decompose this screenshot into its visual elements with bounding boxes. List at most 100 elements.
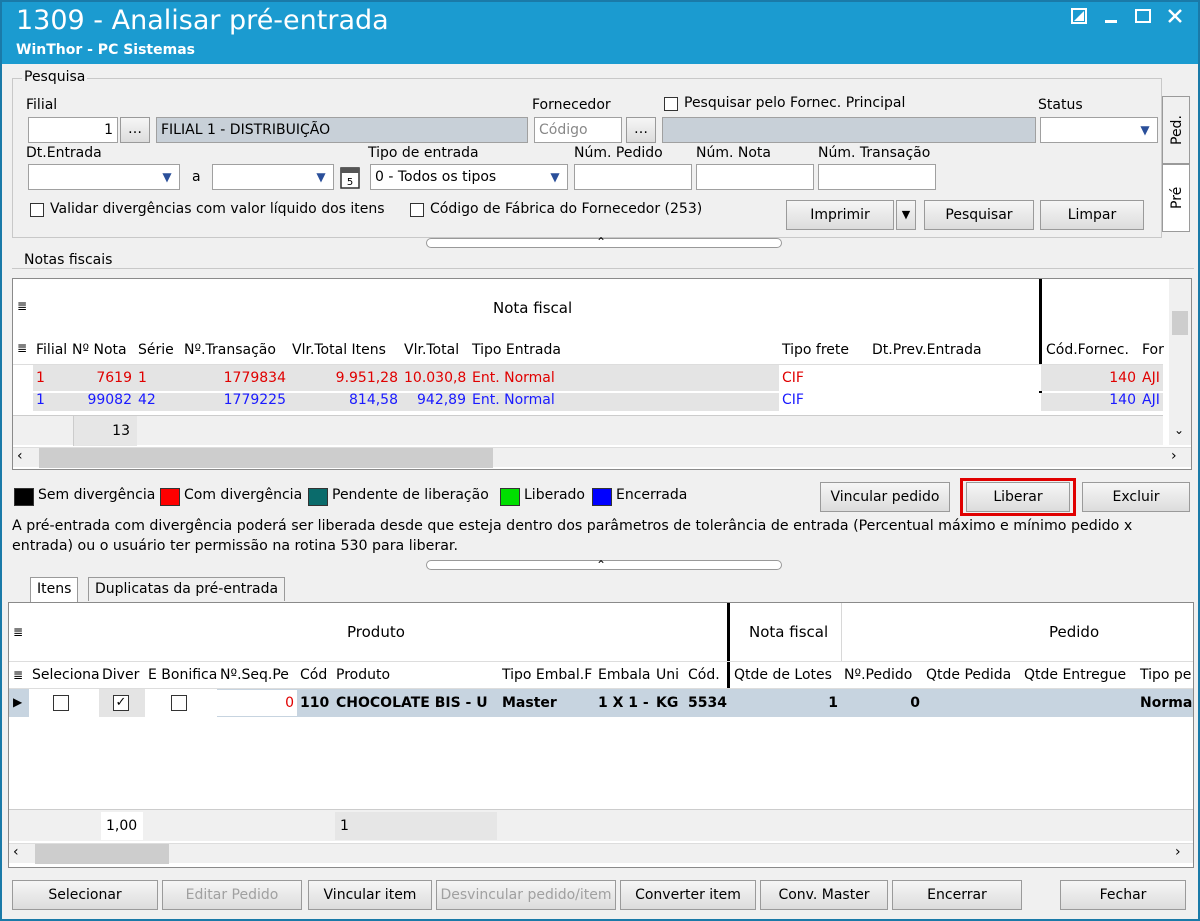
cell-cod: 110 xyxy=(300,695,330,711)
col-embala[interactable]: Embala xyxy=(595,662,653,688)
scroll-down-icon[interactable]: ⌄ xyxy=(1174,423,1184,437)
col-produto[interactable]: Produto xyxy=(333,662,499,688)
editar-pedido-button[interactable]: Editar Pedido xyxy=(162,880,302,910)
minimize-icon[interactable] xyxy=(1096,6,1126,32)
pesquisar-button[interactable]: Pesquisar xyxy=(924,200,1034,230)
legend-label: Encerrada xyxy=(616,487,688,503)
cell-filial: 1 xyxy=(36,393,45,408)
pesquisar-fornec-label: Pesquisar pelo Fornec. Principal xyxy=(684,95,906,111)
col-tipo-frete[interactable]: Tipo frete xyxy=(779,337,869,363)
col-vlr-total[interactable]: Vlr.Total xyxy=(401,337,469,363)
row-columns-icon[interactable]: ≣ xyxy=(17,341,27,355)
scroll-left-icon[interactable]: ‹ xyxy=(13,844,19,860)
col-diver[interactable]: Diver xyxy=(99,662,145,688)
col-qtde-entregue[interactable]: Qtde Entregue xyxy=(1021,662,1137,688)
excluir-button[interactable]: Excluir xyxy=(1082,482,1190,512)
title-bar[interactable]: 1309 - Analisar pré-entrada WinThor - PC… xyxy=(2,2,1198,64)
selecionar-button[interactable]: Selecionar xyxy=(12,880,158,910)
maximize-icon[interactable] xyxy=(1128,6,1158,32)
fornecedor-code-input[interactable]: Código xyxy=(534,117,622,143)
fechar-button[interactable]: Fechar xyxy=(1060,880,1186,910)
tab-pre[interactable]: Pré xyxy=(1162,164,1190,232)
cell-tipo-pe: Norma xyxy=(1140,695,1193,711)
col-dt-prev[interactable]: Dt.Prev.Entrada xyxy=(869,337,1041,363)
col-nota[interactable]: Nº Nota xyxy=(69,337,135,363)
col-cod-fornec[interactable]: Cód.Fornec. xyxy=(1043,337,1139,363)
table-row[interactable]: 1 7619 1 1779834 9.951,28 10.030,8 Ent. … xyxy=(33,365,1163,391)
col-pedido[interactable]: Nº.Pedido xyxy=(841,662,923,688)
encerrar-button[interactable]: Encerrar xyxy=(892,880,1022,910)
col-tipo-pe[interactable]: Tipo pe xyxy=(1137,662,1193,688)
vincular-pedido-button[interactable]: Vincular pedido xyxy=(820,482,950,512)
calendar-icon[interactable]: 5 xyxy=(338,164,362,190)
tipo-entrada-dropdown-icon[interactable]: ▼ xyxy=(544,165,566,189)
col-transacao[interactable]: Nº.Transação xyxy=(181,337,289,363)
bonifica-checkbox[interactable] xyxy=(171,695,187,711)
cell-selecionar[interactable] xyxy=(29,689,99,717)
col-bonifica[interactable]: E Bonifica xyxy=(145,662,217,688)
conv-master-button[interactable]: Conv. Master xyxy=(760,880,888,910)
col-vlr-itens[interactable]: Vlr.Total Itens xyxy=(289,337,401,363)
tipo-entrada-select[interactable]: 0 - Todos os tipos xyxy=(370,164,568,190)
col-lotes[interactable]: Qtde de Lotes xyxy=(731,662,841,688)
col-filial[interactable]: Filial xyxy=(33,337,69,363)
notas-vscroll[interactable]: ⌄ xyxy=(1169,279,1191,445)
col-uni[interactable]: Uni xyxy=(653,662,685,688)
col-cod2[interactable]: Cód. xyxy=(685,662,727,688)
col-tipo-embal[interactable]: Tipo Embal.F xyxy=(499,662,595,688)
table-row[interactable]: ▶ ✓ 0 110 CHOCOLATE BIS - U Master 1 X 1… xyxy=(9,689,1193,717)
num-transacao-input[interactable] xyxy=(818,164,936,190)
cell-bonifica[interactable] xyxy=(145,689,217,717)
notas-hscroll[interactable]: ‹ › xyxy=(13,447,1191,468)
tab-ped[interactable]: Ped. xyxy=(1162,96,1190,164)
itens-hscroll-thumb[interactable] xyxy=(35,844,169,864)
notas-vscroll-thumb[interactable] xyxy=(1172,311,1188,335)
imprimir-button[interactable]: Imprimir xyxy=(786,200,894,230)
close-icon[interactable] xyxy=(1160,6,1190,32)
imprimir-dropdown-icon[interactable]: ▼ xyxy=(896,200,916,230)
scroll-left-icon[interactable]: ‹ xyxy=(17,448,23,464)
info-text-line1: A pré-entrada com divergência poderá ser… xyxy=(12,518,1133,534)
dt-entrada-end-dropdown-icon[interactable]: ▼ xyxy=(310,165,332,189)
fornecedor-lookup-button[interactable]: … xyxy=(626,117,656,143)
notas-footer: 13 xyxy=(13,415,1163,446)
filial-code-input[interactable]: 1 xyxy=(28,117,118,143)
col-cod[interactable]: Cód xyxy=(297,662,333,688)
validar-checkbox[interactable] xyxy=(30,203,44,217)
col-qtde-pedida[interactable]: Qtde Pedida xyxy=(923,662,1021,688)
col-seq[interactable]: Nº.Seq.Pe xyxy=(217,662,297,688)
grid-columns-icon[interactable]: ≣ xyxy=(17,299,27,313)
vincular-item-button[interactable]: Vincular item xyxy=(308,880,432,910)
col-for[interactable]: For xyxy=(1139,337,1165,363)
scroll-right-icon[interactable]: › xyxy=(1175,844,1181,860)
selecionar-checkbox[interactable] xyxy=(53,695,69,711)
liberar-button[interactable]: Liberar xyxy=(966,482,1070,512)
col-tipo-entrada[interactable]: Tipo Entrada xyxy=(469,337,779,363)
main-window: 1309 - Analisar pré-entrada WinThor - PC… xyxy=(0,0,1200,921)
table-row[interactable]: 1 99082 42 1779225 814,58 942,89 Ent. No… xyxy=(33,393,1163,411)
num-nota-input[interactable] xyxy=(696,164,814,190)
pesquisar-fornec-checkbox[interactable] xyxy=(664,97,678,111)
limpar-button[interactable]: Limpar xyxy=(1040,200,1144,230)
status-dropdown-icon[interactable]: ▼ xyxy=(1134,118,1156,142)
tab-itens[interactable]: Itens xyxy=(30,577,79,603)
scroll-right-icon[interactable]: › xyxy=(1171,448,1177,464)
cell-tipo-entrada: Ent. Normal xyxy=(472,370,555,386)
col-selecionar[interactable]: Seleciona xyxy=(29,662,101,688)
collapse-up-icon[interactable]: ⌃ xyxy=(596,558,606,572)
col-serie[interactable]: Série xyxy=(135,337,181,363)
notas-hscroll-thumb[interactable] xyxy=(39,448,493,468)
grid-columns-icon[interactable]: ≣ xyxy=(13,625,23,639)
num-pedido-input[interactable] xyxy=(574,164,692,190)
filial-lookup-button[interactable]: … xyxy=(120,117,150,143)
itens-hscroll[interactable]: ‹ › xyxy=(9,843,1193,864)
legend-swatch xyxy=(308,488,328,506)
restore-icon[interactable] xyxy=(1064,6,1094,32)
tab-duplicatas[interactable]: Duplicatas da pré-entrada xyxy=(88,577,286,601)
converter-item-button[interactable]: Converter item xyxy=(620,880,756,910)
desvincular-button[interactable]: Desvincular pedido/item xyxy=(436,880,616,910)
row-columns-icon[interactable]: ≣ xyxy=(13,668,23,682)
dt-entrada-start-dropdown-icon[interactable]: ▼ xyxy=(156,165,178,189)
codigo-fabrica-checkbox[interactable] xyxy=(410,203,424,217)
collapse-up-icon[interactable]: ⌃ xyxy=(596,235,606,249)
